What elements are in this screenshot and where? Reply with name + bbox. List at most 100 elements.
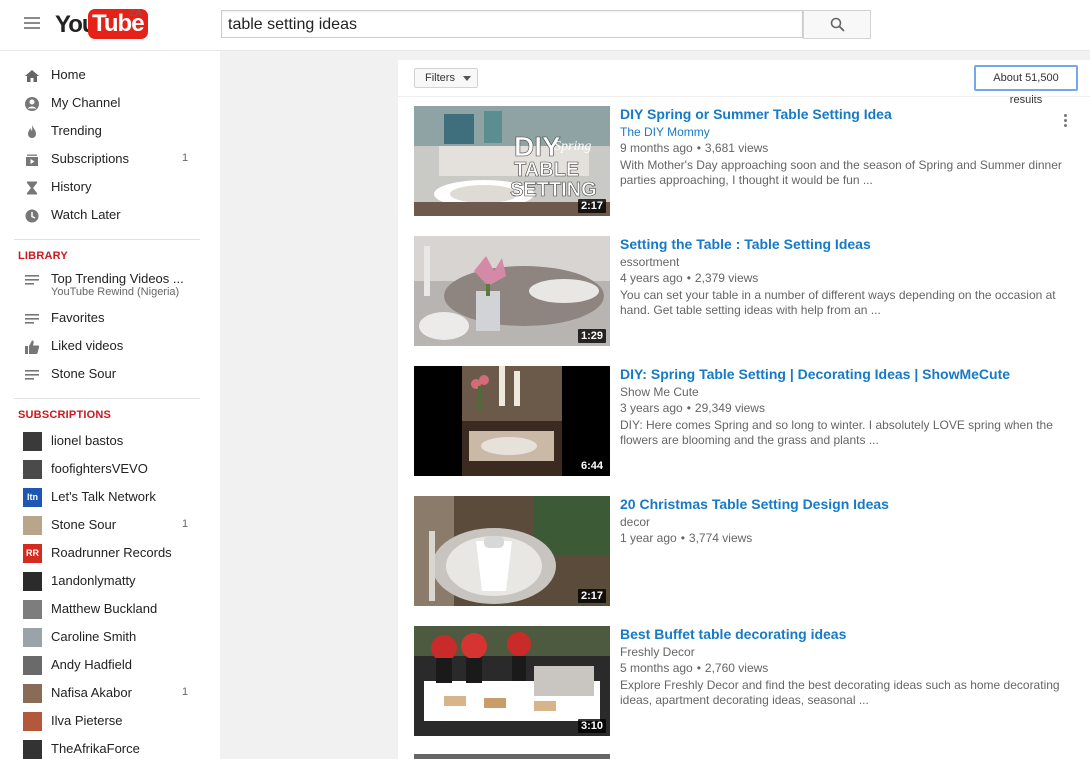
subscription-label: foofightersVEVO [51,461,148,476]
sidebar-item-my-channel[interactable]: My Channel [0,90,220,118]
sidebar-subscription-item[interactable]: Andy Hadfield [0,652,220,680]
sidebar-subscription-item[interactable]: Matthew Buckland [0,596,220,624]
svg-text:Spring: Spring [554,139,591,154]
svg-text:TABLE: TABLE [514,159,579,181]
new-count-badge: 1 [182,518,189,530]
sidebar-item-home[interactable]: Home [0,62,220,90]
new-count-badge: 1 [182,686,189,698]
video-thumbnail[interactable]: 1:29 [414,236,610,346]
channel-avatar [23,684,42,703]
subscriptions-icon [26,154,38,166]
sidebar-subscription-item[interactable]: Ilva Pieterse [0,708,220,736]
results-count: About 51,500 results [974,65,1078,106]
sidebar-subscription-item[interactable]: Caroline Smith [0,624,220,652]
sidebar-subscription-item[interactable]: ltn Let's Talk Network [0,484,220,512]
sidebar-item-watch-later[interactable]: Watch Later [0,202,220,230]
channel-avatar [23,460,42,479]
chevron-down-icon [463,76,471,81]
subscription-label: Matthew Buckland [51,601,158,616]
video-age: 1 year ago [620,531,677,545]
video-age: 3 years ago [620,401,683,415]
sidebar-subscription-item[interactable]: 1andonlymatty [0,568,220,596]
video-thumbnail[interactable]: 2:17 [414,496,610,606]
sidebar-item-history[interactable]: History [0,174,220,202]
sidebar-subscription-item[interactable]: TheAfrikaForce [0,736,220,759]
channel-avatar [23,740,42,759]
subscription-label: Roadrunner Records [51,545,172,560]
sidebar-divider [14,398,200,399]
sidebar-subscription-item[interactable]: lionel bastos [0,428,220,456]
sidebar-item-liked-videos[interactable]: Liked videos [0,333,220,361]
sidebar-subscription-item[interactable]: Nafisa Akabor 1 [0,680,220,708]
video-description: DIY: Here comes Spring and so long to wi… [620,418,1053,447]
video-views: 2,760 views [704,661,769,675]
subscription-label: Ilva Pieterse [51,713,123,728]
video-meta: 9 months ago • 3,681 views [620,141,769,155]
subscription-label: lionel bastos [51,433,124,448]
sidebar-item-trending[interactable]: Trending [0,118,220,146]
video-age: 5 months ago [620,661,693,675]
sidebar-item-label: My Channel [51,95,121,110]
channel-avatar [23,572,42,591]
video-thumbnail-partial[interactable] [414,754,610,759]
masthead: You Tube ZA table setting ideas [0,0,1090,51]
sidebar-subscription-item[interactable]: foofightersVEVO [0,456,220,484]
video-title[interactable]: DIY Spring or Summer Table Setting Idea [620,106,892,122]
sidebar-subscription-item[interactable]: Stone Sour 1 [0,512,220,540]
subscriptions-section-title: SUBSCRIPTIONS [18,409,112,421]
channel-avatar: RR [23,544,42,563]
channel-name[interactable]: essortment [620,255,679,269]
sidebar-item-label: Trending [51,123,102,138]
channel-avatar [23,600,42,619]
channel-avatar [23,712,42,731]
video-result: 1:29 Setting the Table : Table Setting I… [414,236,1084,348]
video-title[interactable]: 20 Christmas Table Setting Design Ideas [620,496,889,512]
subscription-label: Nafisa Akabor [51,685,132,700]
channel-avatar [23,432,42,451]
video-duration: 2:17 [577,589,606,603]
new-count-badge: 1 [182,152,189,164]
sidebar-item-label: Home [51,67,86,82]
more-actions-icon[interactable] [1064,114,1068,129]
playlist-icon [25,370,39,380]
sidebar-item-label: Top Trending Videos ... [51,271,184,286]
video-duration: 3:10 [577,719,606,733]
sidebar-item-stone-sour-playlist[interactable]: Stone Sour [0,361,220,389]
search-button[interactable] [803,10,871,39]
sidebar-item-sublabel: YouTube Rewind (Nigeria) [51,286,180,298]
sidebar-item-label: Favorites [51,310,105,325]
video-title[interactable]: Setting the Table : Table Setting Ideas [620,236,871,252]
video-views: 3,774 views [688,531,753,545]
channel-avatar-logo: ltn [27,492,38,502]
channel-name[interactable]: The DIY Mommy [620,125,710,139]
video-views: 3,681 views [704,141,769,155]
sidebar-item-favorites[interactable]: Favorites [0,305,220,333]
video-meta: 1 year ago • 3,774 views [620,531,753,545]
video-title[interactable]: DIY: Spring Table Setting | Decorating I… [620,366,1010,382]
channel-avatar-logo: RR [26,548,39,558]
channel-name[interactable]: Freshly Decor [620,645,695,659]
sidebar-item-label: Stone Sour [51,366,117,381]
video-age: 9 months ago [620,141,693,155]
library-section-title: LIBRARY [18,250,68,262]
sidebar-divider [14,239,200,240]
filters-button[interactable]: Filters [414,68,478,88]
hourglass-icon [27,181,37,195]
subscription-label: TheAfrikaForce [51,741,140,756]
video-title[interactable]: Best Buffet table decorating ideas [620,626,846,642]
sidebar-item-subscriptions[interactable]: Subscriptions 1 [0,146,220,174]
channel-avatar [23,656,42,675]
channel-name[interactable]: decor [620,515,650,529]
guide-menu-icon[interactable] [24,17,40,31]
video-thumbnail[interactable]: 3:10 [414,626,610,736]
video-thumbnail[interactable]: 6:44 [414,366,610,476]
search-input[interactable]: table setting ideas [221,10,803,38]
sidebar-subscription-item[interactable]: RR Roadrunner Records [0,540,220,568]
sidebar-item-top-trending[interactable]: Top Trending Videos ... YouTube Rewind (… [0,266,220,306]
video-thumbnail[interactable]: DIY Spring TABLE SETTING 2:17 [414,106,610,216]
video-result: 2:17 20 Christmas Table Setting Design I… [414,496,1084,608]
playlist-icon [25,275,39,285]
channel-name[interactable]: Show Me Cute [620,385,699,399]
sidebar-item-label: History [51,179,92,194]
video-result: DIY Spring TABLE SETTING 2:17 DIY Spring… [414,106,1084,218]
